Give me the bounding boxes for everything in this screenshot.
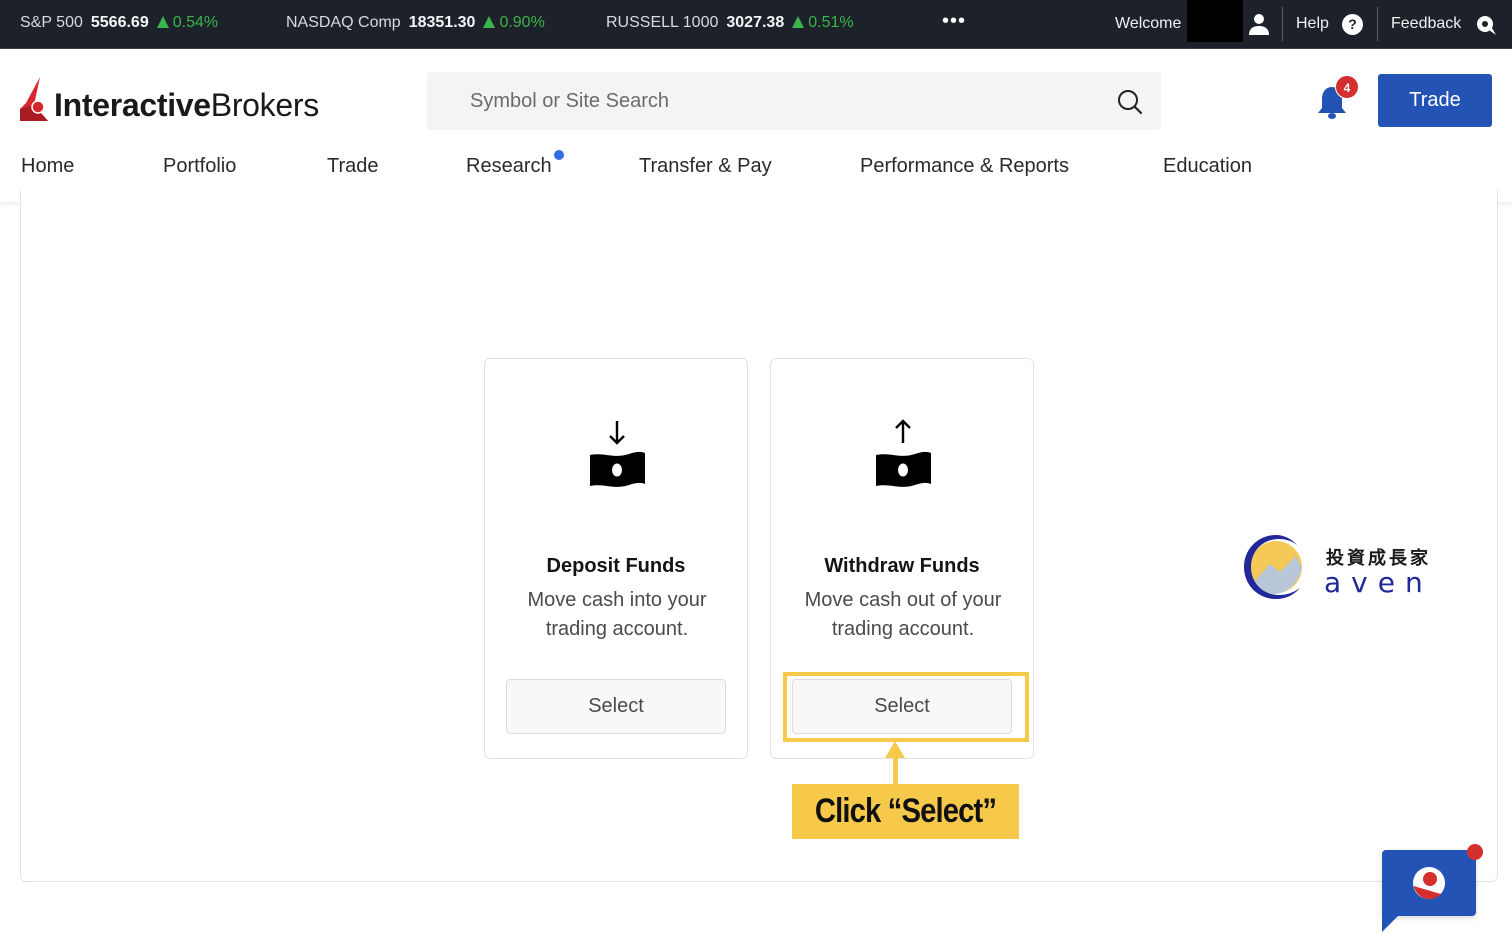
nav-item-education[interactable]: Education (1163, 155, 1252, 178)
feedback-link[interactable]: Feedback (1391, 15, 1461, 33)
highlight-box (783, 672, 1029, 742)
search-icon[interactable] (1116, 88, 1144, 116)
research-new-indicator (554, 150, 564, 160)
redacted-username (1187, 0, 1243, 42)
more-tickers-button[interactable]: ••• (942, 10, 966, 33)
chat-bubble-tail (1382, 912, 1402, 932)
ib-logo-mark-icon (20, 77, 48, 121)
nav-item-home[interactable]: Home (21, 155, 74, 178)
welcome-text: Welcome (1115, 15, 1182, 32)
annotation-arrow-shaft (893, 755, 898, 785)
watermark-english-text: aven (1324, 566, 1433, 599)
watermark-logo: 投資成長家 aven (1240, 532, 1440, 602)
nav-item-trade[interactable]: Trade (327, 155, 379, 178)
search-input[interactable] (427, 72, 1161, 130)
ticker-value: 3027.38 (726, 14, 785, 31)
ticker-name: S&P 500 (20, 14, 83, 31)
trade-button[interactable]: Trade (1378, 74, 1492, 127)
ticker-change: 0.51% (792, 14, 854, 31)
chat-notification-dot (1467, 844, 1483, 860)
card-title: Withdraw Funds (824, 555, 980, 577)
ticker-change: 0.54% (156, 14, 218, 31)
money-withdraw-icon (876, 419, 931, 487)
deposit-select-button[interactable]: Select (506, 679, 726, 734)
money-deposit-icon (590, 421, 645, 487)
nav-item-portfolio[interactable]: Portfolio (163, 155, 236, 178)
up-arrow-icon (792, 16, 805, 28)
search-box (427, 72, 1161, 130)
market-ticker-bar: S&P 500 5566.69 0.54% NASDAQ Comp 18351.30 0… (0, 0, 1512, 49)
card-description: Move cash out of your trading account. (804, 589, 1002, 640)
ticker-item-russell[interactable]: RUSSELL 1000 3027.38 0.51% (606, 14, 854, 32)
ticker-value: 5566.69 (90, 14, 149, 31)
feedback-chat-icon[interactable] (1475, 14, 1497, 36)
divider (1377, 7, 1378, 41)
card-title: Deposit Funds (546, 555, 686, 577)
ticker-change: 0.90% (483, 14, 545, 31)
site-header: InteractiveBrokers 4 Trade Home Portfoli… (0, 50, 1512, 202)
notification-count-badge: 4 (1335, 75, 1359, 99)
annotation-label: Click “Select” (792, 784, 1020, 839)
card-description: Move cash into your trading account. (527, 589, 707, 640)
up-arrow-icon (483, 16, 496, 28)
nav-item-research[interactable]: Research (466, 155, 552, 178)
help-icon[interactable]: ? (1342, 14, 1363, 35)
interactive-brokers-logo[interactable]: InteractiveBrokers (20, 76, 319, 126)
ticker-item-nasdaq[interactable]: NASDAQ Comp 18351.30 0.90% (286, 14, 545, 32)
ticker-value: 18351.30 (408, 14, 476, 31)
watermark-emblem-icon (1244, 535, 1302, 599)
up-arrow-icon (156, 16, 169, 28)
main-nav: Home Portfolio Trade Research Transfer &… (0, 150, 1512, 190)
ib-chat-logo-icon (1413, 867, 1445, 899)
ticker-name: RUSSELL 1000 (606, 14, 719, 31)
nav-item-performance-reports[interactable]: Performance & Reports (860, 155, 1069, 178)
deposit-funds-card: Deposit Funds Move cash into your tradin… (484, 358, 748, 759)
divider (1282, 7, 1283, 41)
nav-item-transfer-pay[interactable]: Transfer & Pay (639, 155, 772, 178)
logo-text: InteractiveBrokers (54, 86, 319, 123)
ticker-name: NASDAQ Comp (286, 14, 401, 31)
help-link[interactable]: Help (1296, 15, 1329, 33)
ticker-item-sp500[interactable]: S&P 500 5566.69 0.54% (20, 14, 218, 32)
user-icon[interactable] (1247, 12, 1271, 36)
